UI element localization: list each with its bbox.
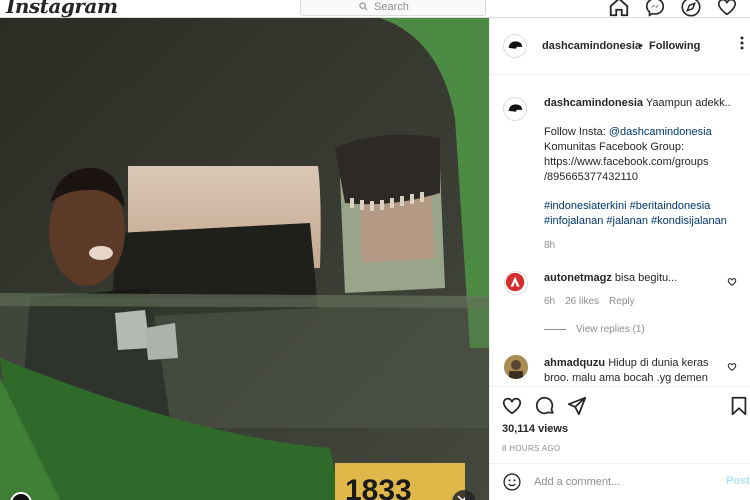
fb-group-line: Komunitas Facebook Group: [544,141,685,153]
commenter-avatar[interactable] [504,355,528,379]
caption-avatar[interactable] [503,97,527,121]
action-bar: 30,114 views 8 HOURS AGO Post [490,386,750,500]
post-comment-button[interactable]: Post [726,475,750,487]
license-plate: 1833 [345,474,412,500]
post-age: 8 HOURS AGO [502,444,561,453]
video-frame: 1833 [0,18,489,500]
video-player[interactable]: 1833 [0,18,489,500]
fb-url-line-2: /895665377432110 [544,171,639,183]
helmet-logo-icon [508,41,523,49]
like-comment-icon[interactable] [727,362,737,372]
following-button[interactable]: Following [649,40,700,52]
more-options-icon[interactable] [736,35,748,51]
bookmark-icon[interactable] [728,395,750,417]
activity-icon[interactable] [716,0,738,18]
mute-button[interactable] [452,490,476,500]
fb-url-line-1: https://www.facebook.com/groups [544,156,709,168]
share-icon[interactable] [566,395,588,417]
explore-icon[interactable] [680,0,702,18]
instagram-logo[interactable]: Instagram [6,0,118,18]
post-header: dashcamindonesia • Following [490,18,750,75]
replies-divider [544,329,566,330]
comment-1: autonetmagz bisa begitu... [544,272,677,284]
hashtags-line-1[interactable]: #indonesiaterkini #beritaindonesia [544,199,744,214]
user-photo-icon [504,355,528,379]
top-nav: Instagram Search [0,0,750,18]
view-replies-button[interactable]: View replies (1) [576,324,645,335]
comment-meta: 6h 26 likes Reply [544,296,635,307]
like-icon[interactable] [501,395,523,417]
caption-timestamp: 8h [544,240,556,251]
post-caption: dashcamindonesia Yaampun adekk.. Follow … [544,96,744,229]
comment-time: 6h [544,296,556,307]
view-count[interactable]: 30,114 views [502,423,568,435]
caption-username[interactable]: dashcamindonesia [544,97,643,109]
comment-username[interactable]: ahmadquzu [544,357,605,369]
home-icon[interactable] [608,0,630,18]
autonet-logo-icon [505,272,525,292]
emoji-icon[interactable] [502,472,522,492]
commenter-avatar[interactable] [504,271,528,295]
search-icon [359,2,368,11]
comment-likes[interactable]: 26 likes [565,296,599,307]
comment-text: bisa begitu... [614,272,678,284]
helmet-logo-icon [508,104,523,112]
caption-text: Yaampun adekk.. [645,97,731,109]
author-username[interactable]: dashcamindonesia [542,40,641,52]
messenger-icon[interactable] [644,0,666,18]
post-panel: dashcamindonesia • Following dashcamindo… [489,18,750,500]
mention-link[interactable]: @dashcamindonesia [609,126,712,138]
comment-2: ahmadquzu Hidup di dunia keras broo. mal… [544,356,724,386]
add-comment-row: Post [490,463,750,500]
hashtags-line-2[interactable]: #infojalanan #jalanan #kondisijalanan [544,214,744,229]
search-box[interactable]: Search [300,0,486,16]
like-comment-icon[interactable] [727,277,737,287]
author-avatar[interactable] [503,34,527,58]
follow-label: Follow Insta: [544,126,609,138]
comment-input[interactable] [534,473,704,491]
search-placeholder: Search [374,1,409,13]
comment-icon[interactable] [534,395,556,417]
comment-username[interactable]: autonetmagz [544,272,612,284]
muted-speaker-icon [457,495,465,500]
reply-button[interactable]: Reply [609,296,635,307]
separator-dot: • [639,40,643,52]
